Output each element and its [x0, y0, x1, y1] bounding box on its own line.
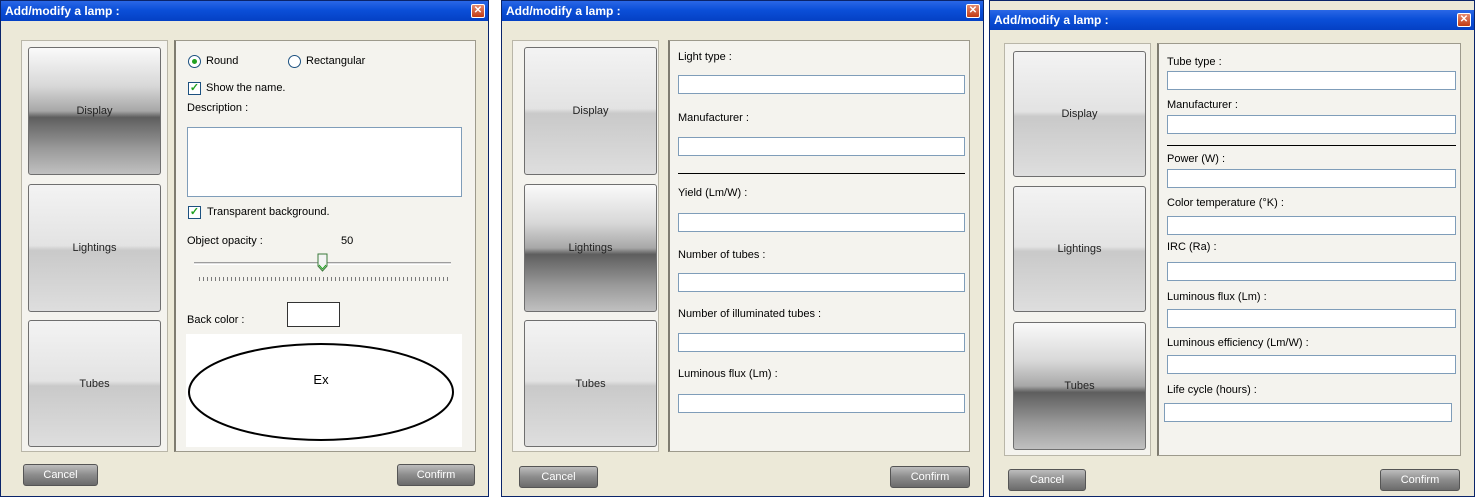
transparent-bg-label: Transparent background. [207, 206, 330, 218]
opacity-label: Object opacity : [187, 235, 263, 247]
irc-input[interactable] [1167, 262, 1456, 281]
nav-label: Lightings [72, 242, 117, 254]
shape-preview: Ex [186, 334, 462, 447]
confirm-label: Confirm [910, 471, 950, 483]
yield-label: Yield (Lm/W) : [678, 187, 748, 199]
number-of-tubes-label: Number of tubes : [678, 249, 766, 261]
confirm-button[interactable]: Confirm [1380, 469, 1460, 491]
dialog-display: Add/modify a lamp : ✕ Display Lightings … [0, 0, 489, 497]
tube-type-label: Tube type : [1167, 56, 1222, 68]
confirm-label: Confirm [416, 469, 456, 481]
color-temperature-label: Color temperature (°K) : [1167, 197, 1284, 209]
nav-label: Display [572, 105, 609, 117]
irc-label: IRC (Ra) : [1167, 241, 1217, 253]
life-cycle-input[interactable] [1164, 403, 1452, 422]
luminous-flux-label: Luminous flux (Lm) : [678, 368, 778, 380]
cancel-button[interactable]: Cancel [23, 464, 98, 486]
dialog-tubes: Add/modify a lamp : ✕ Display Lightings … [989, 0, 1475, 497]
transparent-bg-checkbox[interactable]: ✓ [188, 206, 201, 219]
close-icon[interactable]: ✕ [966, 4, 980, 18]
yield-input[interactable] [678, 213, 965, 232]
cancel-label: Cancel [1029, 474, 1065, 486]
confirm-label: Confirm [1400, 474, 1440, 486]
dialog-title: Add/modify a lamp : [994, 13, 1109, 27]
nav-button-tubes[interactable]: Tubes [28, 320, 161, 447]
preview-ellipse: Ex [188, 343, 454, 441]
nav-label: Display [1061, 108, 1098, 120]
title-bar: Add/modify a lamp : ✕ [502, 1, 983, 21]
life-cycle-label: Life cycle (hours) : [1167, 384, 1257, 396]
nav-button-lightings[interactable]: Lightings [524, 184, 657, 312]
light-type-label: Light type : [678, 51, 732, 63]
nav-label: Lightings [568, 242, 613, 254]
nav-button-display[interactable]: Display [1013, 51, 1146, 177]
illuminated-tubes-label: Number of illuminated tubes : [678, 308, 822, 320]
back-color-swatch[interactable] [287, 302, 340, 327]
luminous-flux-input[interactable] [1167, 309, 1456, 328]
nav-button-lightings[interactable]: Lightings [28, 184, 161, 312]
slider-ticks [199, 277, 449, 281]
light-type-input[interactable] [678, 75, 965, 94]
tube-type-input[interactable] [1167, 71, 1456, 90]
luminous-efficiency-input[interactable] [1167, 355, 1456, 374]
nav-label: Tubes [79, 377, 110, 390]
manufacturer-label: Manufacturer : [678, 112, 749, 124]
content-panel [668, 40, 970, 452]
show-name-checkbox[interactable]: ✓ [188, 82, 201, 95]
cancel-button[interactable]: Cancel [1008, 469, 1086, 491]
cancel-label: Cancel [43, 469, 78, 481]
preview-text: Ex [313, 372, 329, 387]
title-bar: Add/modify a lamp : ✕ [990, 10, 1474, 30]
power-label: Power (W) : [1167, 153, 1226, 165]
back-color-label: Back color : [187, 314, 245, 326]
cancel-label: Cancel [541, 471, 576, 483]
nav-button-display[interactable]: Display [524, 47, 657, 175]
number-of-tubes-input[interactable] [678, 273, 965, 292]
nav-label: Lightings [1057, 243, 1102, 255]
radio-rectangular[interactable] [288, 55, 301, 68]
close-icon[interactable]: ✕ [471, 4, 485, 18]
nav-button-tubes[interactable]: Tubes [1013, 322, 1146, 450]
nav-button-tubes[interactable]: Tubes [524, 320, 657, 447]
radio-round[interactable] [188, 55, 201, 68]
confirm-button[interactable]: Confirm [397, 464, 475, 486]
description-label: Description : [187, 102, 249, 114]
radio-dot [192, 59, 197, 64]
nav-label: Tubes [1064, 380, 1095, 392]
radio-rectangular-label: Rectangular [306, 55, 366, 67]
show-name-label: Show the name. [206, 82, 286, 94]
luminous-flux-input[interactable] [678, 394, 965, 413]
section-separator [1167, 145, 1456, 146]
slider-thumb-icon[interactable] [317, 253, 328, 272]
radio-round-label: Round [206, 55, 239, 67]
dialog-lightings: Add/modify a lamp : ✕ Display Lightings … [501, 0, 984, 497]
nav-label: Display [76, 105, 113, 117]
color-temperature-input[interactable] [1167, 216, 1456, 235]
manufacturer-label: Manufacturer : [1167, 99, 1238, 111]
dialog-title: Add/modify a lamp : [506, 4, 621, 18]
manufacturer-input[interactable] [678, 137, 965, 156]
section-separator [678, 173, 965, 174]
dialog-title: Add/modify a lamp : [5, 4, 120, 18]
close-icon[interactable]: ✕ [1457, 13, 1471, 27]
luminous-flux-label: Luminous flux (Lm) : [1167, 291, 1267, 303]
nav-label: Tubes [575, 377, 606, 390]
opacity-value: 50 [341, 235, 354, 247]
description-textarea[interactable] [187, 127, 462, 197]
power-input[interactable] [1167, 169, 1456, 188]
manufacturer-input[interactable] [1167, 115, 1456, 134]
illuminated-tubes-input[interactable] [678, 333, 965, 352]
nav-button-lightings[interactable]: Lightings [1013, 186, 1146, 312]
luminous-efficiency-label: Luminous efficiency (Lm/W) : [1167, 337, 1309, 349]
nav-button-display[interactable]: Display [28, 47, 161, 175]
confirm-button[interactable]: Confirm [890, 466, 970, 488]
title-bar: Add/modify a lamp : ✕ [1, 1, 488, 21]
cancel-button[interactable]: Cancel [519, 466, 598, 488]
